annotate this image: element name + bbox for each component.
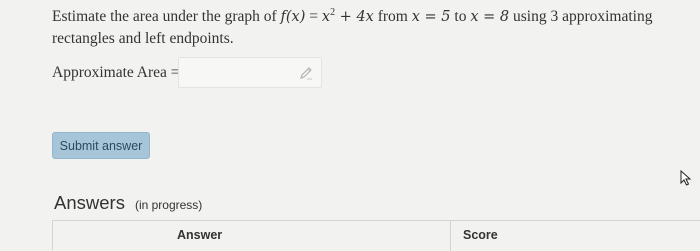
submit-answer-button[interactable]: Submit answer <box>52 132 150 159</box>
answers-table: Answer Score <box>52 220 700 251</box>
area-row: Approximate Area = <box>52 57 180 89</box>
column-divider <box>450 221 451 251</box>
upper-bound: x = 8 <box>470 9 510 25</box>
answers-status: (in progress) <box>134 198 203 212</box>
lower-bound: x = 5 <box>411 9 451 25</box>
cursor-icon <box>680 170 692 186</box>
from-word: from <box>373 8 412 25</box>
question-prefix: Estimate the area under the graph of <box>52 8 277 25</box>
answers-heading: Answers (in progress) <box>54 192 202 214</box>
column-header-answer: Answer <box>177 228 223 242</box>
function-rest: + 4x <box>335 9 374 25</box>
pencil-icon[interactable] <box>299 66 313 80</box>
approximate-area-input[interactable] <box>179 58 301 87</box>
function-variable: x <box>321 9 331 25</box>
column-header-score: Score <box>463 228 498 242</box>
equals-sign: = <box>305 8 322 25</box>
function-name: f(x) <box>280 9 306 25</box>
approximate-area-field[interactable] <box>178 57 322 88</box>
to-word: to <box>450 8 471 25</box>
area-label: Approximate Area = <box>52 64 180 81</box>
answers-title: Answers <box>54 192 125 213</box>
question-text: Estimate the area under the graph of f(x… <box>52 6 692 50</box>
